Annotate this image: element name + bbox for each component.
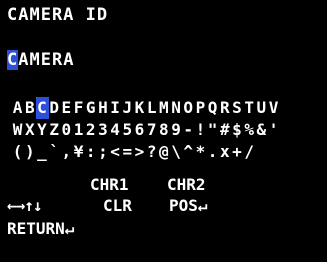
character-row: WXYZ0123456789-!"#$%&' [12, 119, 280, 141]
char-key[interactable]: + [231, 141, 243, 163]
char-key[interactable]: @ [158, 141, 170, 163]
char-key[interactable]: 6 [134, 119, 146, 141]
char-key[interactable]: 3 [97, 119, 109, 141]
char-key[interactable]: , [61, 141, 73, 163]
camera-id-field[interactable]: CAMERA [7, 50, 74, 70]
return-button[interactable]: RETURN↵ [7, 219, 74, 238]
char-key[interactable]: / [244, 141, 256, 163]
char-key[interactable]: J [122, 97, 134, 119]
char-key[interactable]: 2 [85, 119, 97, 141]
character-row: ABCDEFGHIJKLMNOPQRSTUV [12, 97, 280, 119]
char-key[interactable]: Z [49, 119, 61, 141]
char-key[interactable]: ! [195, 119, 207, 141]
char-key[interactable]: - [183, 119, 195, 141]
char-key[interactable]: 0 [61, 119, 73, 141]
chr1-button[interactable]: CHR1 [90, 175, 129, 194]
char-key[interactable]: ? [146, 141, 158, 163]
character-row: ()_`,¥:;<=>?@\^*.x+/ [12, 141, 280, 163]
screen-title: CAMERA ID [7, 5, 109, 25]
char-key[interactable]: 5 [122, 119, 134, 141]
char-key[interactable]: " [207, 119, 219, 141]
char-key[interactable]: \ [170, 141, 182, 163]
char-key[interactable]: T [244, 97, 256, 119]
char-key[interactable]: & [256, 119, 268, 141]
char-key[interactable]: 4 [110, 119, 122, 141]
char-key[interactable]: * [195, 141, 207, 163]
chr2-button[interactable]: CHR2 [167, 175, 206, 194]
char-key[interactable]: G [85, 97, 97, 119]
char-key[interactable]: Y [36, 119, 48, 141]
char-key[interactable]: M [158, 97, 170, 119]
char-key[interactable]: ; [97, 141, 109, 163]
char-key[interactable]: A [12, 97, 24, 119]
char-key[interactable]: 9 [170, 119, 182, 141]
char-key[interactable]: 8 [158, 119, 170, 141]
char-key[interactable]: P [195, 97, 207, 119]
char-key[interactable]: ' [268, 119, 280, 141]
char-key[interactable]: ¥ [73, 141, 85, 163]
char-key[interactable]: U [256, 97, 268, 119]
char-key[interactable]: V [268, 97, 280, 119]
osd-screen: CAMERA ID CAMERA ABCDEFGHIJKLMNOPQRSTUV W… [0, 0, 327, 262]
char-key[interactable]: x [219, 141, 231, 163]
char-key[interactable]: > [134, 141, 146, 163]
char-key[interactable]: _ [36, 141, 48, 163]
char-key[interactable]: ( [12, 141, 24, 163]
char-key[interactable]: . [207, 141, 219, 163]
char-key[interactable]: L [146, 97, 158, 119]
char-key[interactable]: 1 [73, 119, 85, 141]
char-key[interactable]: ^ [183, 141, 195, 163]
character-grid: ABCDEFGHIJKLMNOPQRSTUV WXYZ0123456789-!"#… [12, 97, 280, 163]
cursor-arrows-button[interactable]: ←→↑↓ [7, 196, 43, 215]
char-key[interactable]: W [12, 119, 24, 141]
char-key[interactable]: # [219, 119, 231, 141]
char-key[interactable]: < [110, 141, 122, 163]
char-key[interactable]: D [49, 97, 61, 119]
char-key[interactable]: X [24, 119, 36, 141]
position-button[interactable]: POS↵ [169, 196, 208, 215]
text-cursor: C [7, 50, 19, 70]
char-key[interactable]: = [122, 141, 134, 163]
char-key[interactable]: S [231, 97, 243, 119]
char-key[interactable]: C [36, 97, 49, 119]
char-key[interactable]: % [244, 119, 256, 141]
char-key[interactable]: 7 [146, 119, 158, 141]
char-key[interactable]: Q [207, 97, 219, 119]
char-key[interactable]: K [134, 97, 146, 119]
char-key[interactable]: : [85, 141, 97, 163]
char-key[interactable]: ` [49, 141, 61, 163]
char-key[interactable]: H [97, 97, 109, 119]
char-key[interactable]: E [61, 97, 73, 119]
char-key[interactable]: F [73, 97, 85, 119]
clear-button[interactable]: CLR [103, 196, 132, 215]
char-key[interactable]: R [219, 97, 231, 119]
char-key[interactable]: N [170, 97, 182, 119]
char-key[interactable]: ) [24, 141, 36, 163]
char-key[interactable]: O [183, 97, 195, 119]
char-key[interactable]: B [24, 97, 36, 119]
char-key[interactable]: $ [231, 119, 243, 141]
char-key[interactable]: I [110, 97, 122, 119]
camera-id-value: AMERA [18, 50, 75, 70]
